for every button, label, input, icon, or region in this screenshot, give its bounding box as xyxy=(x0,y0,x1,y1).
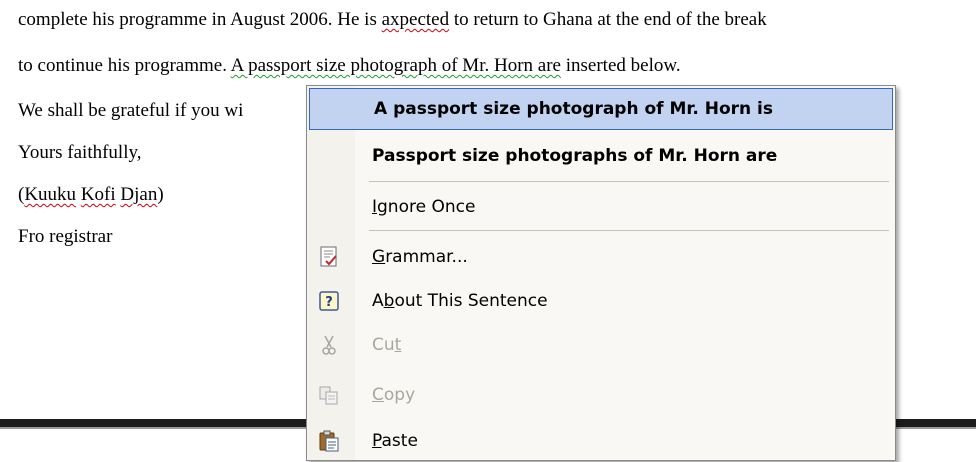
spelling-error-word[interactable]: Kofi xyxy=(81,184,116,205)
paste-label: Paste xyxy=(372,431,418,451)
paste-clipboard-icon xyxy=(317,429,341,453)
doc-text: complete his programme in August 2006. H… xyxy=(18,9,382,30)
spelling-error-word[interactable]: Kuuku xyxy=(24,184,76,205)
copy-item[interactable]: Copy xyxy=(307,374,895,416)
grammar-error-phrase[interactable]: A passport size photograph of Mr. Horn a… xyxy=(231,55,561,76)
menu-separator xyxy=(369,230,889,231)
suggestion-item-2[interactable]: Passport size photographs of Mr. Horn ar… xyxy=(307,135,895,177)
copy-icon xyxy=(317,383,341,407)
doc-line-6: Fro registrar xyxy=(18,226,113,247)
doc-line-4: Yours faithfully, xyxy=(18,142,142,163)
doc-text: to continue his programme. xyxy=(18,55,231,76)
menu-separator xyxy=(369,181,889,182)
context-menu: A passport size photograph of Mr. Horn i… xyxy=(306,85,896,461)
cut-item[interactable]: Cut xyxy=(307,324,895,366)
grammar-item[interactable]: Grammar... xyxy=(307,236,895,278)
svg-text:?: ? xyxy=(325,295,333,310)
ignore-once-label: Ignore Once xyxy=(372,197,476,217)
doc-line-3: We shall be grateful if you wi xyxy=(18,100,244,121)
doc-line-1: complete his programme in August 2006. H… xyxy=(18,9,767,31)
grammar-label: Grammar... xyxy=(372,247,468,267)
about-sentence-item[interactable]: ? About This Sentence xyxy=(307,280,895,322)
about-sentence-label: About This Sentence xyxy=(372,291,548,311)
doc-text: inserted below. xyxy=(560,55,681,76)
scissors-icon xyxy=(317,333,341,357)
help-question-icon: ? xyxy=(317,289,341,313)
suggestion-label: Passport size photographs of Mr. Horn ar… xyxy=(372,146,778,166)
spelling-error-word[interactable]: Djan xyxy=(120,184,157,205)
ignore-once-item[interactable]: Ignore Once xyxy=(307,186,895,228)
spelling-error-word[interactable]: axpected xyxy=(382,9,450,30)
doc-line-2: to continue his programme. A passport si… xyxy=(18,55,681,77)
grammar-check-icon xyxy=(317,245,341,269)
suggestion-item-1[interactable]: A passport size photograph of Mr. Horn i… xyxy=(309,88,893,130)
cut-label: Cut xyxy=(372,335,402,355)
doc-text: ) xyxy=(157,184,164,205)
doc-line-5: (Kuuku Kofi Djan) xyxy=(18,184,164,206)
doc-text: to return to Ghana at the end of the bre… xyxy=(449,9,767,30)
paste-item[interactable]: Paste xyxy=(307,420,895,462)
suggestion-label: A passport size photograph of Mr. Horn i… xyxy=(374,99,773,119)
copy-label: Copy xyxy=(372,385,416,405)
